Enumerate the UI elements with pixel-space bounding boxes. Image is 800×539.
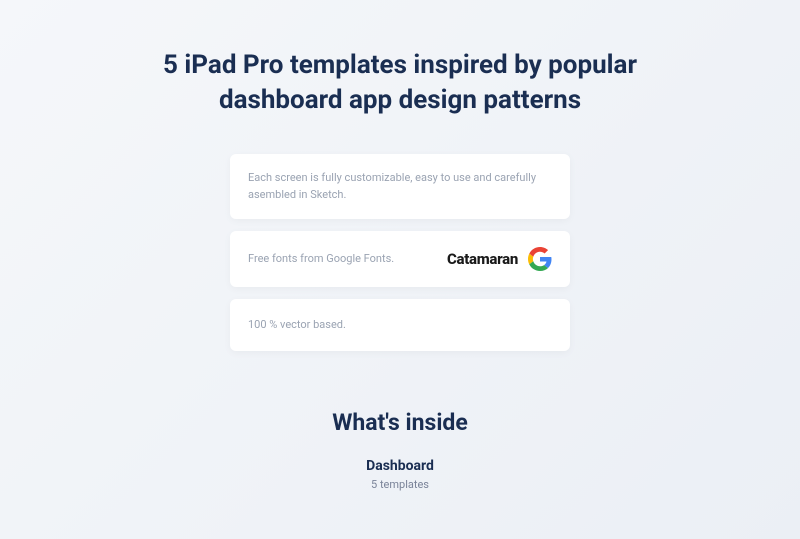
card-text: Each screen is fully customizable, easy … bbox=[248, 170, 552, 203]
card-text: 100 % vector based. bbox=[248, 317, 346, 334]
category-subtitle: 5 templates bbox=[366, 478, 434, 491]
feature-cards: Each screen is fully customizable, easy … bbox=[230, 154, 570, 351]
main-heading: 5 iPad Pro templates inspired by popular… bbox=[120, 48, 680, 118]
whats-inside-heading: What's inside bbox=[332, 409, 468, 436]
font-name-label: Catamaran bbox=[447, 250, 518, 268]
feature-card-customizable: Each screen is fully customizable, easy … bbox=[230, 154, 570, 219]
category-title: Dashboard bbox=[366, 458, 434, 474]
card-text: Free fonts from Google Fonts. bbox=[248, 251, 394, 268]
feature-card-vector: 100 % vector based. bbox=[230, 299, 570, 351]
category-block: Dashboard 5 templates bbox=[366, 458, 434, 491]
google-icon bbox=[528, 247, 552, 271]
font-info: Catamaran bbox=[447, 247, 552, 271]
feature-card-fonts: Free fonts from Google Fonts. Catamaran bbox=[230, 231, 570, 287]
